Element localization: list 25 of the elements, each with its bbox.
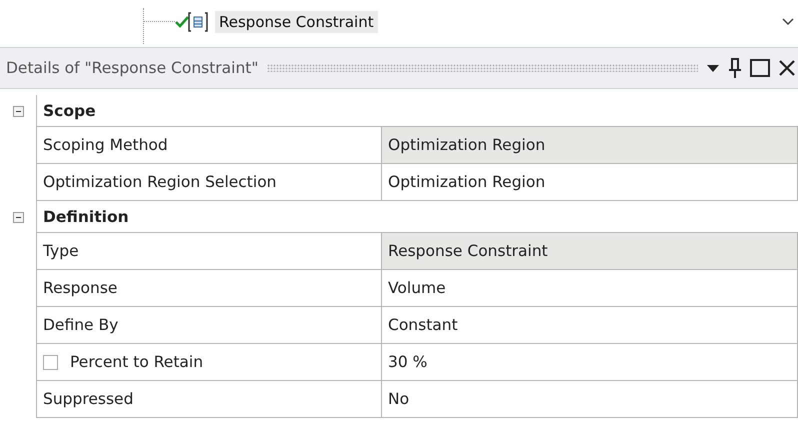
property-value[interactable]: Constant bbox=[381, 306, 798, 344]
property-label: Type bbox=[36, 232, 381, 270]
property-value[interactable]: 30 % bbox=[381, 343, 798, 381]
table-icon bbox=[187, 11, 209, 33]
property-value[interactable]: Optimization Region bbox=[381, 163, 798, 201]
property-label: Percent to Retain bbox=[70, 353, 204, 371]
chevron-down-icon[interactable] bbox=[782, 18, 794, 26]
property-label: Optimization Region Selection bbox=[36, 163, 381, 201]
close-icon[interactable] bbox=[778, 59, 796, 77]
check-icon bbox=[175, 16, 189, 28]
collapse-toggle[interactable] bbox=[12, 212, 24, 222]
checkbox[interactable] bbox=[43, 354, 58, 370]
property-value[interactable]: Optimization Region bbox=[381, 126, 798, 164]
dropdown-arrow-icon[interactable] bbox=[706, 64, 720, 72]
tree-item[interactable]: Response Constraint bbox=[215, 11, 378, 33]
property-label: Suppressed bbox=[36, 380, 381, 418]
collapse-toggle[interactable] bbox=[12, 106, 24, 116]
property-label: Scoping Method bbox=[36, 126, 381, 164]
panel-title: Details of "Response Constraint" bbox=[6, 59, 259, 77]
pin-icon[interactable] bbox=[728, 57, 742, 79]
property-value[interactable]: Response Constraint bbox=[381, 232, 798, 270]
property-value[interactable]: No bbox=[381, 380, 798, 418]
property-value[interactable]: Volume bbox=[381, 269, 798, 307]
maximize-icon[interactable] bbox=[750, 59, 770, 77]
drag-grip[interactable] bbox=[266, 64, 698, 72]
